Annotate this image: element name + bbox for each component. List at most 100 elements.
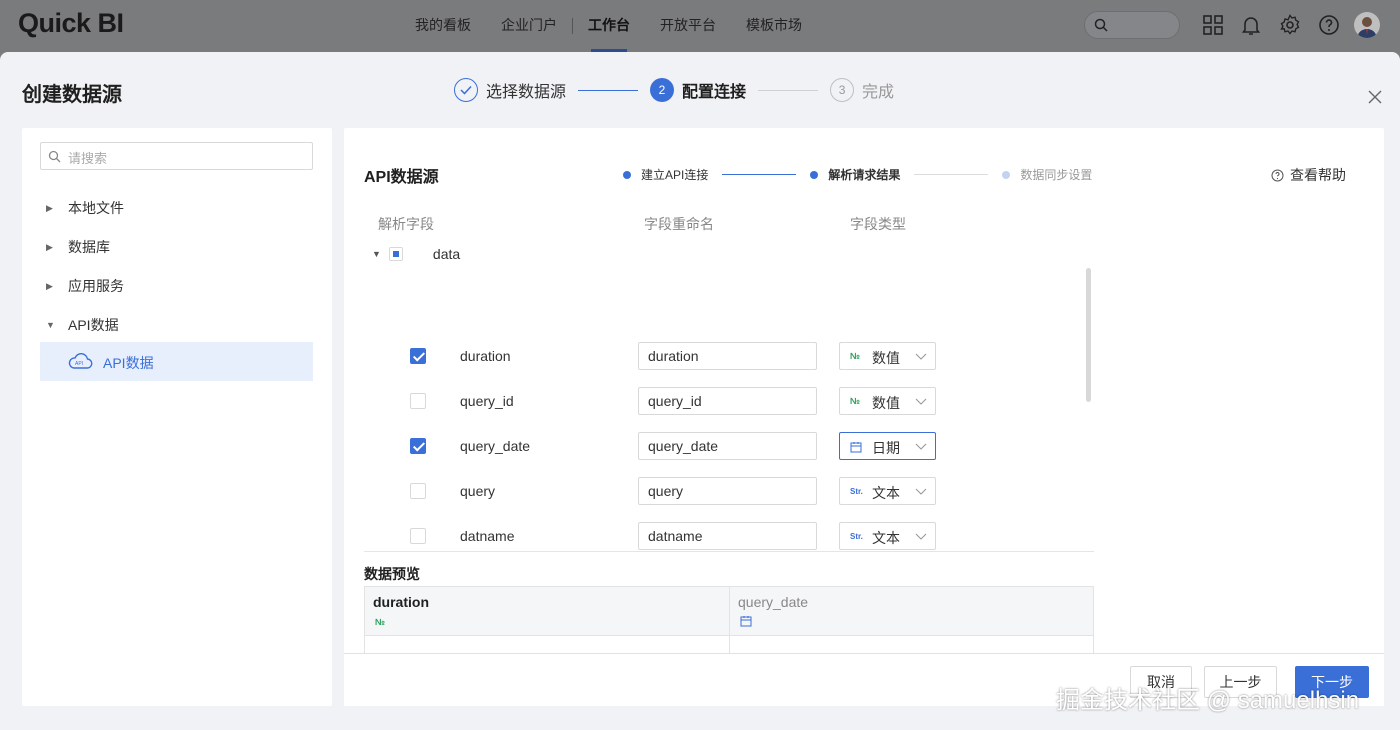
sidebar-item-api-data[interactable]: ▼ API数据: [46, 315, 119, 335]
field-row: query_date 日期: [344, 430, 1084, 470]
nav-enterprise-portal[interactable]: 企业门户: [486, 0, 572, 52]
field-type-select[interactable]: № 数值: [839, 387, 936, 415]
search-placeholder: 请搜索: [68, 151, 108, 166]
column-name: query_date: [738, 594, 809, 610]
field-row: query_id № 数值: [344, 385, 1084, 425]
caret-right-icon: ▶: [46, 241, 53, 252]
sidebar-subitem-label: API数据: [103, 355, 154, 371]
nav-template-market[interactable]: 模板市场: [731, 0, 817, 52]
help-label: 查看帮助: [1290, 167, 1346, 183]
close-icon[interactable]: [1366, 88, 1384, 106]
top-navbar: Quick BI 我的看板 企业门户 工作台 开放平台 模板市场: [0, 0, 1400, 52]
grid-icon[interactable]: [1201, 13, 1225, 37]
help-circle-icon: [1271, 169, 1284, 181]
field-rename-input[interactable]: [638, 342, 817, 370]
field-rename-input[interactable]: [638, 522, 817, 550]
field-checkbox[interactable]: [410, 393, 426, 409]
field-row: query Str. 文本: [344, 475, 1084, 515]
sidebar-subitem-api-data[interactable]: API API数据: [40, 342, 313, 381]
help-icon[interactable]: [1317, 13, 1341, 37]
field-type-select[interactable]: Str. 文本: [839, 522, 936, 550]
main-nav: 我的看板 企业门户 工作台 开放平台 模板市场: [400, 0, 817, 52]
nav-my-dashboards[interactable]: 我的看板: [400, 0, 486, 52]
field-type-label: 数值: [872, 350, 900, 366]
caret-down-icon[interactable]: ▼: [372, 249, 381, 259]
field-checkbox[interactable]: [410, 438, 426, 454]
field-name: query_date: [460, 438, 531, 454]
sidebar-item-app-service[interactable]: ▶ 应用服务: [46, 276, 124, 296]
field-rename-input[interactable]: [638, 387, 817, 415]
table-header-cell: query_date: [729, 587, 1093, 636]
field-name: datname: [460, 528, 515, 544]
column-header-type: 字段类型: [850, 216, 906, 232]
calendar-icon: [740, 616, 752, 627]
chevron-down-icon: [915, 533, 927, 540]
field-rename-input[interactable]: [638, 432, 817, 460]
step-connector: [758, 89, 819, 91]
substep-connector: [914, 174, 989, 175]
number-type-icon: №: [850, 396, 861, 406]
field-name: query_id: [460, 393, 514, 409]
svg-text:API: API: [75, 361, 83, 367]
modal-title: 创建数据源: [22, 84, 122, 106]
sidebar-item-label: 本地文件: [68, 200, 124, 216]
search-icon: [1094, 18, 1108, 32]
wizard-steps: 选择数据源 2 配置连接 3 完成: [454, 78, 894, 102]
create-datasource-modal: 创建数据源 选择数据源 2 配置连接 3 完成 请搜索 ▶ 本地文件 ▶ 数据库…: [0, 52, 1400, 730]
chevron-down-icon: [915, 398, 927, 405]
field-type-select[interactable]: № 数值: [839, 342, 936, 370]
caret-right-icon: ▶: [46, 202, 53, 213]
substep-3-label: 数据同步设置: [1020, 168, 1093, 182]
field-name: query: [460, 483, 496, 499]
help-link[interactable]: 查看帮助: [1271, 165, 1346, 185]
step-1-label: 选择数据源: [486, 84, 567, 101]
field-checkbox[interactable]: [410, 528, 426, 544]
chevron-down-icon: [915, 443, 927, 450]
field-type-label: 文本: [872, 485, 900, 501]
caret-right-icon: ▶: [46, 280, 53, 291]
substep-dot: [623, 170, 631, 179]
root-node-row: ▼ data: [372, 246, 460, 262]
api-cloud-icon: API: [68, 353, 93, 369]
user-avatar[interactable]: [1354, 12, 1380, 38]
number-type-icon: №: [850, 351, 861, 361]
api-config-panel: API数据源 建立API连接 解析请求结果 数据同步设置 查看帮助 解析字段 字…: [344, 128, 1384, 706]
gear-icon[interactable]: [1278, 13, 1302, 37]
field-checkbox[interactable]: [410, 483, 426, 499]
bell-icon[interactable]: [1239, 13, 1263, 37]
root-node-label: data: [432, 246, 461, 262]
fields-scrollbar[interactable]: [1086, 268, 1091, 402]
nav-open-platform[interactable]: 开放平台: [645, 0, 731, 52]
sidebar-item-label: API数据: [68, 317, 119, 333]
chevron-down-icon: [915, 488, 927, 495]
search-icon: [48, 150, 61, 163]
step-2-number: 2: [650, 78, 675, 102]
step-3-label: 完成: [862, 84, 895, 101]
field-type-select[interactable]: 日期: [839, 432, 936, 460]
substep-1-label: 建立API连接: [641, 168, 709, 182]
field-row: datname Str. 文本: [344, 520, 1084, 560]
sidebar-item-label: 应用服务: [68, 278, 124, 294]
field-checkbox[interactable]: [410, 348, 426, 364]
sidebar-item-local-file[interactable]: ▶ 本地文件: [46, 198, 124, 218]
field-type-select[interactable]: Str. 文本: [839, 477, 936, 505]
sidebar-item-database[interactable]: ▶ 数据库: [46, 237, 110, 257]
app-logo[interactable]: Quick BI: [18, 8, 124, 39]
chevron-down-icon: [915, 353, 927, 360]
substep-dot: [810, 170, 819, 179]
preview-title: 数据预览: [364, 566, 420, 582]
root-checkbox[interactable]: [388, 247, 403, 261]
field-rename-input[interactable]: [638, 477, 817, 505]
column-name: duration: [373, 594, 429, 610]
nav-workbench[interactable]: 工作台: [573, 0, 645, 52]
substep-dot: [1002, 170, 1011, 179]
step-1-check-icon: [454, 78, 478, 102]
step-3-number: 3: [830, 78, 855, 102]
api-substeps: 建立API连接 解析请求结果 数据同步设置: [623, 166, 1092, 183]
number-type-icon: №: [375, 617, 386, 627]
field-row: duration № 数值: [344, 340, 1084, 380]
datasource-search-input[interactable]: 请搜索: [40, 142, 313, 170]
caret-down-icon: ▼: [46, 320, 55, 330]
step-2-label: 配置连接: [682, 84, 747, 101]
global-search-input[interactable]: [1084, 11, 1180, 39]
